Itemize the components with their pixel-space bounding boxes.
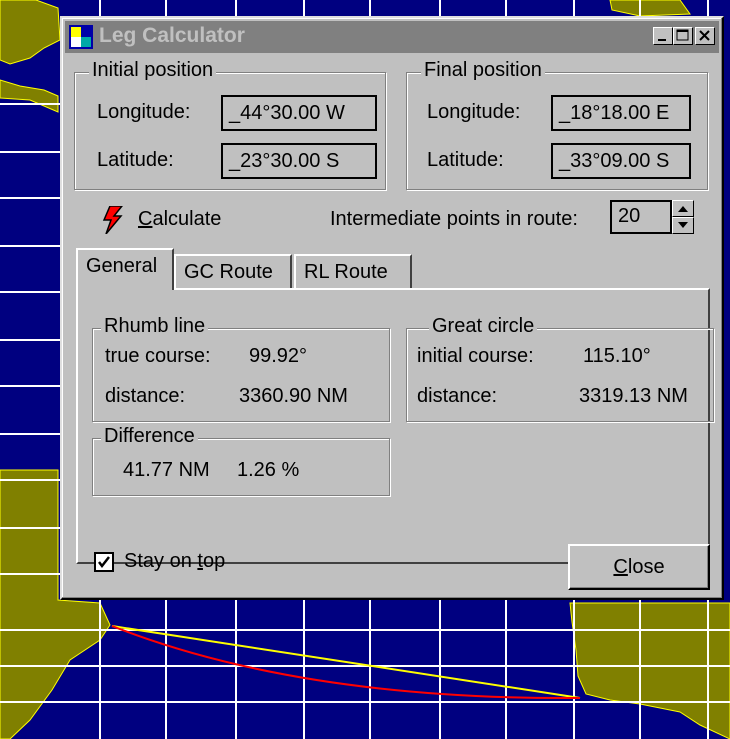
final-longitude-field[interactable]: _18°18.00 E [551,95,691,131]
leg-calculator-window: Leg Calculator Initial position Longitud… [60,16,724,600]
minimize-icon [658,39,666,41]
tab-rl-route[interactable]: RL Route [294,254,412,288]
gc-distance-label: distance: [417,385,498,407]
difference-nm-value: 41.77 NM [123,459,210,481]
initial-longitude-label: Longitude: [97,101,191,123]
arrow-down-icon [678,222,688,228]
maximize-button[interactable] [673,27,693,45]
difference-percent-value: 1.26 % [237,459,300,481]
rhumb-course-value: 99.92° [249,345,308,367]
minimize-button[interactable] [653,27,673,45]
window-title: Leg Calculator [99,24,245,47]
great-circle-legend: Great circle [429,315,538,338]
stay-on-top-checkbox[interactable]: Stay on top [94,550,274,574]
initial-position-legend: Initial position [89,59,217,82]
calculate-label: Calculate [138,208,222,230]
intermediate-points-label: Intermediate points in route: [330,208,578,230]
tab-general[interactable]: General [76,248,174,290]
close-button[interactable]: Close [568,544,710,590]
gc-distance-value: 3319.13 NM [579,385,688,407]
rhumb-distance-label: distance: [105,385,186,407]
spin-up-button[interactable] [672,200,694,217]
spin-down-button[interactable] [672,217,694,234]
initial-latitude-field[interactable]: _23°30.00 S [221,143,377,179]
maximize-icon [676,29,689,41]
intermediate-points-spinner[interactable] [672,200,694,234]
close-icon [699,30,710,41]
gc-course-value: 115.10° [583,345,651,367]
final-latitude-field[interactable]: _33°09.00 S [551,143,691,179]
app-icon [69,25,93,49]
title-bar[interactable]: Leg Calculator [65,21,719,53]
close-window-button[interactable] [695,27,715,45]
initial-latitude-label: Latitude: [97,149,174,171]
rhumb-line-legend: Rhumb line [101,315,209,338]
rhumb-course-label: true course: [105,345,211,367]
stay-on-top-label: Stay on top [124,550,226,572]
final-longitude-label: Longitude: [427,101,521,123]
initial-longitude-field[interactable]: _44°30.00 W [221,95,377,131]
rhumb-distance-value: 3360.90 NM [239,385,348,407]
tab-gc-route[interactable]: GC Route [174,254,292,288]
difference-group: Difference 41.77 NM 1.26 % [92,425,390,496]
great-circle-group: Great circle initial course: 115.10° dis… [406,315,714,422]
final-position-legend: Final position [421,59,545,82]
final-latitude-label: Latitude: [427,149,504,171]
arrow-up-icon [678,206,688,212]
calculate-button[interactable]: Calculate [102,204,252,236]
initial-position-group: Initial position Longitude: _44°30.00 W … [74,59,386,190]
checkbox-checked-icon [94,552,114,572]
rhumb-line-group: Rhumb line true course: 99.92° distance:… [92,315,390,422]
difference-legend: Difference [101,425,198,448]
final-position-group: Final position Longitude: _18°18.00 E La… [406,59,708,190]
gc-course-label: initial course: [417,345,534,367]
lightning-icon [102,206,123,234]
intermediate-points-input[interactable]: 20 [610,200,672,234]
